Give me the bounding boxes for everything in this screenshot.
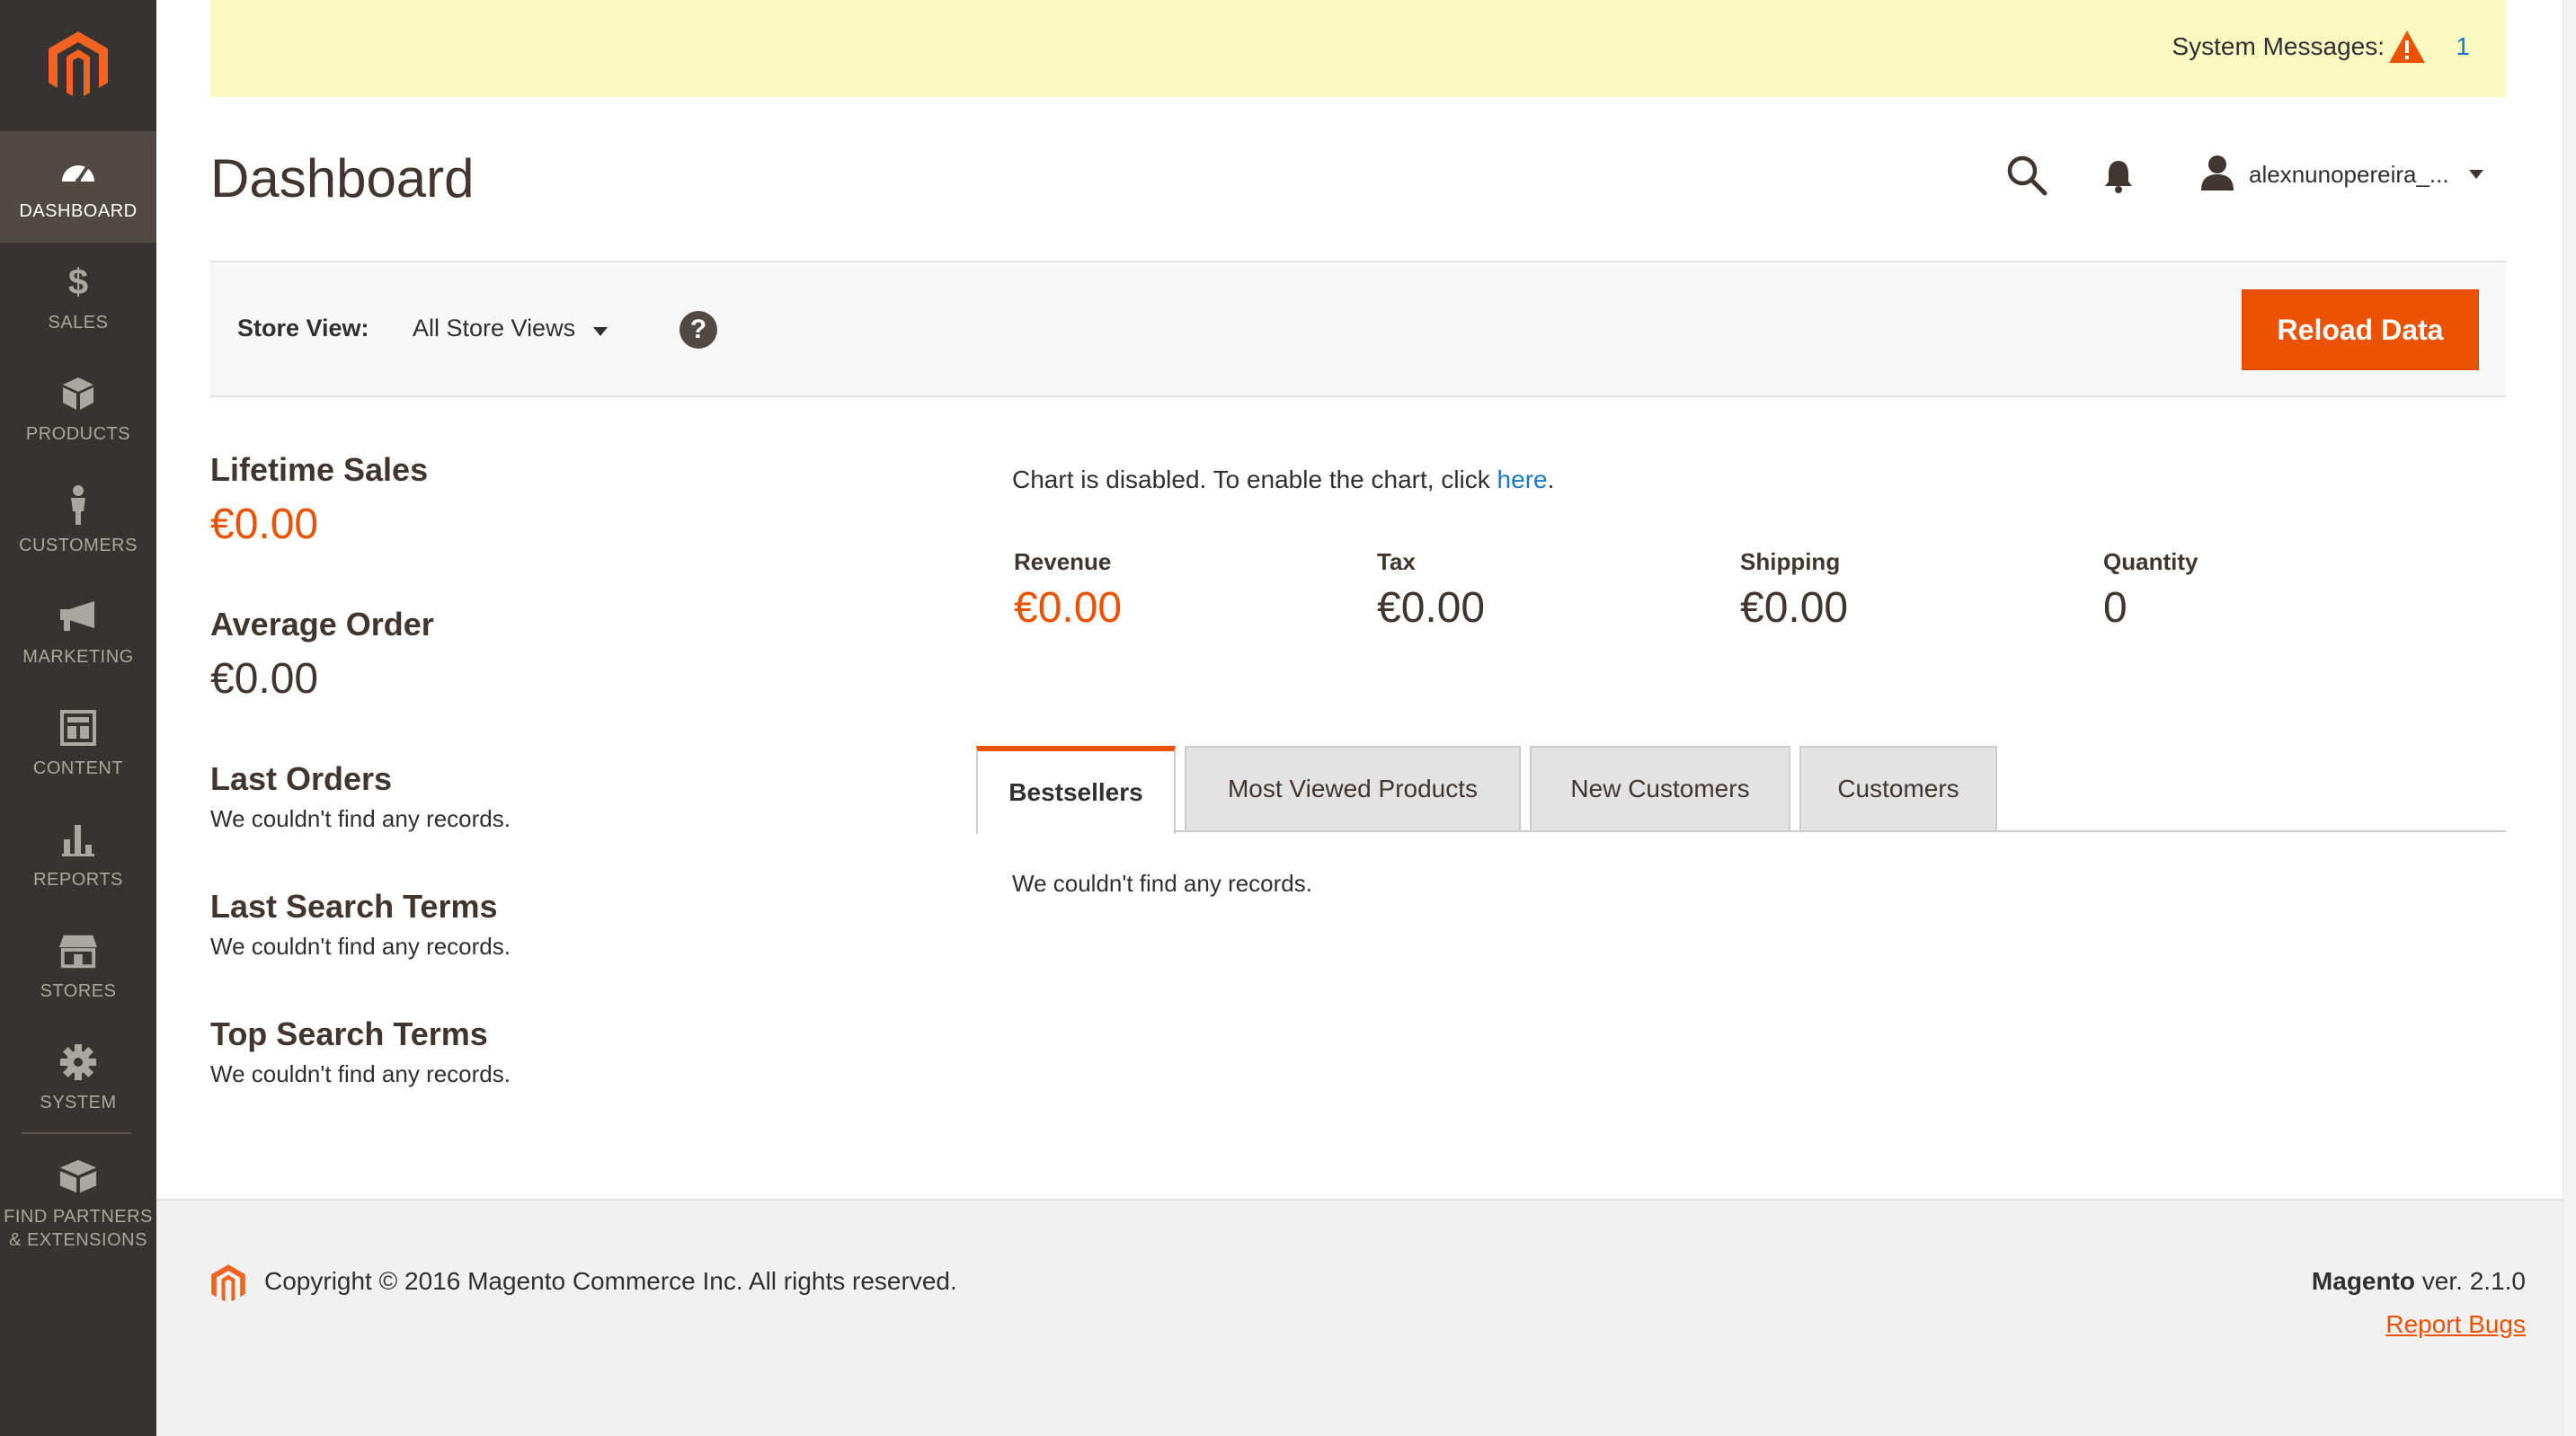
chevron-down-icon (2468, 167, 2483, 183)
total-quantity: Quantity 0 (2103, 548, 2198, 633)
user-account-menu[interactable]: alexnunopereira_... (2200, 155, 2483, 195)
copyright-text: Copyright © 2016 Magento Commerce Inc. A… (264, 1267, 957, 1295)
sidebar-item-label: SALES (48, 313, 109, 332)
person-icon (58, 485, 98, 525)
top-search-terms-empty: We couldn't find any records. (210, 1060, 511, 1087)
sidebar-item-products[interactable]: PRODUCTS (0, 354, 156, 465)
sidebar-item-stores[interactable]: STORES (0, 911, 156, 1023)
sidebar-item-label: CUSTOMERS (19, 536, 138, 555)
total-label: Shipping (1740, 548, 1841, 575)
sidebar-item-system[interactable]: SYSTEM (0, 1023, 156, 1134)
total-value: €0.00 (1377, 584, 1486, 632)
chevron-down-icon (593, 315, 608, 342)
total-value: €0.00 (1740, 584, 1849, 632)
last-search-terms-empty: We couldn't find any records. (210, 933, 511, 960)
sidebar-item-label: REPORTS (33, 870, 123, 890)
total-label: Tax (1377, 548, 1416, 575)
dollar-icon: $ (67, 261, 89, 302)
lifetime-sales-value: €0.00 (210, 501, 319, 548)
box-icon (58, 374, 98, 413)
help-icon[interactable]: ? (680, 311, 717, 349)
sidebar-item-label: CONTENT (32, 758, 124, 778)
bell-icon[interactable] (2103, 158, 2134, 199)
average-order-title: Average Order (210, 606, 434, 643)
total-shipping: Shipping €0.00 (1740, 548, 1848, 633)
enable-chart-link[interactable]: here (1497, 465, 1548, 493)
megaphone-icon (58, 597, 98, 636)
sidebar-item-sales[interactable]: $ SALES (0, 243, 156, 354)
store-view-bar: Store View: All Store Views ? Reload Dat… (210, 261, 2506, 397)
top-search-terms-title: Top Search Terms (210, 1015, 488, 1052)
last-orders-empty: We couldn't find any records. (210, 805, 511, 832)
system-messages-count[interactable]: 1 (2456, 32, 2470, 61)
sidebar-item-label: MARKETING (22, 647, 134, 667)
total-revenue: Revenue €0.00 (1014, 548, 1122, 633)
last-orders-title: Last Orders (210, 760, 393, 797)
sidebar-item-reports[interactable]: REPORTS (0, 800, 156, 911)
total-value: €0.00 (1014, 584, 1123, 632)
sidebar-item-label: PRODUCTS (25, 424, 131, 444)
blocks-icon (58, 1157, 98, 1196)
version-brand: Magento (2311, 1267, 2416, 1295)
sidebar-item-label-line1: FIND PARTNERS (4, 1207, 153, 1227)
gear-icon (58, 1042, 98, 1082)
last-search-terms-title: Last Search Terms (210, 888, 498, 925)
total-label: Revenue (1014, 548, 1112, 575)
magento-version: Magento ver. 2.1.0 (2312, 1267, 2526, 1296)
page-scrollbar[interactable] (2563, 0, 2576, 1436)
tab-customers[interactable]: Customers (1799, 746, 1997, 832)
tab-most-viewed-products[interactable]: Most Viewed Products (1185, 746, 1521, 832)
store-icon (58, 931, 98, 971)
sidebar-item-label: DASHBOARD (19, 201, 138, 221)
store-view-switcher[interactable]: All Store Views (413, 315, 608, 342)
tab-new-customers[interactable]: New Customers (1530, 746, 1790, 832)
report-bugs-link[interactable]: Report Bugs (2385, 1310, 2526, 1339)
user-icon (2200, 155, 2234, 195)
sidebar-divider (22, 1132, 131, 1134)
page-title: Dashboard (210, 148, 475, 208)
system-messages-bar: System Messages: 1 (210, 0, 2506, 97)
system-messages-label: System Messages: (2172, 32, 2385, 60)
chart-disabled-note: Chart is disabled. To enable the chart, … (1012, 465, 1554, 494)
magento-logo-icon (49, 31, 108, 96)
lifetime-sales-title: Lifetime Sales (210, 451, 429, 488)
reload-data-button[interactable]: Reload Data (2242, 289, 2479, 370)
username: alexnunopereira_... (2249, 161, 2449, 188)
search-icon[interactable] (2006, 155, 2047, 200)
average-order-value: €0.00 (210, 655, 319, 703)
total-tax: Tax €0.00 (1377, 548, 1485, 633)
magento-logo[interactable] (0, 0, 156, 131)
store-view-label: Store View: (237, 315, 369, 341)
chart-note-suffix: . (1547, 465, 1555, 493)
chart-note-text: Chart is disabled. To enable the chart, … (1012, 465, 1497, 493)
page-footer: Copyright © 2016 Magento Commerce Inc. A… (156, 1199, 2576, 1436)
sidebar-item-partners[interactable]: FIND PARTNERS & EXTENSIONS (0, 1141, 156, 1267)
tab-bestsellers[interactable]: Bestsellers (976, 746, 1176, 834)
total-value: 0 (2103, 584, 2127, 632)
admin-sidebar: DASHBOARD $ SALES PRODUCTS CUSTOMERS MAR… (0, 0, 156, 1436)
sidebar-item-customers[interactable]: CUSTOMERS (0, 465, 156, 577)
magento-footer-logo (210, 1263, 246, 1309)
warning-icon[interactable] (2387, 29, 2427, 69)
sidebar-item-dashboard[interactable]: DASHBOARD (0, 131, 156, 243)
dashboard-icon (58, 151, 98, 191)
sidebar-item-label-line2: & EXTENSIONS (9, 1230, 147, 1250)
sidebar-item-label: STORES (40, 981, 117, 1001)
bar-chart-icon (58, 820, 98, 859)
store-view-selected: All Store Views (413, 315, 576, 341)
sidebar-item-label: SYSTEM (40, 1093, 117, 1112)
version-number: ver. 2.1.0 (2415, 1267, 2526, 1295)
total-label: Quantity (2103, 548, 2198, 575)
layout-icon (58, 708, 98, 748)
sidebar-item-content[interactable]: CONTENT (0, 688, 156, 800)
sidebar-item-marketing[interactable]: MARKETING (0, 577, 156, 688)
tab-content-empty: We couldn't find any records. (1012, 870, 1312, 897)
